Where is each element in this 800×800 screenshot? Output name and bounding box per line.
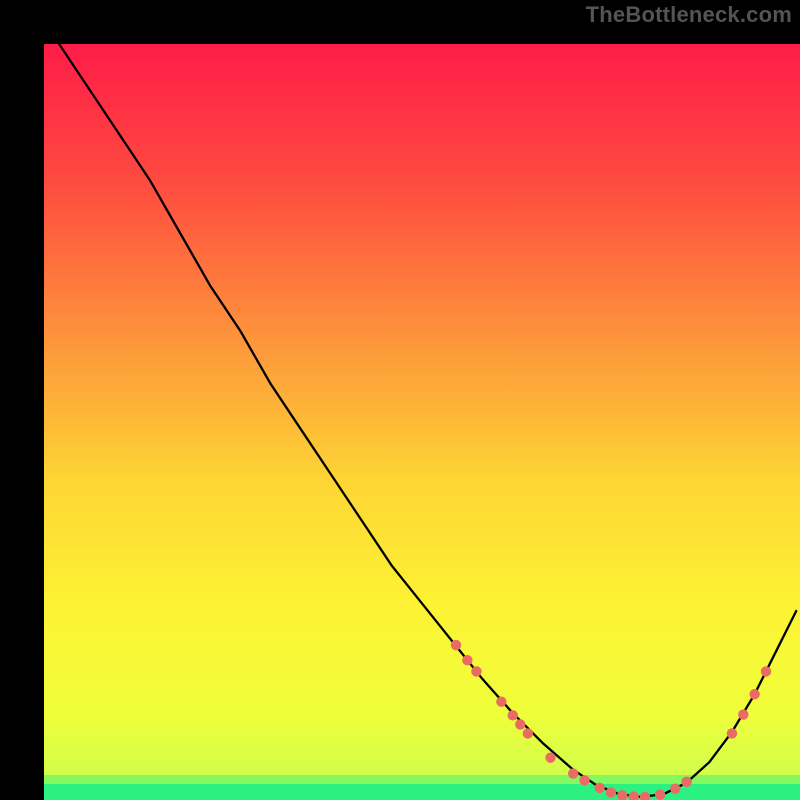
curve-marker [508,710,518,720]
curve-marker [749,689,759,699]
curve-marker [471,666,481,676]
curve-marker [462,655,472,665]
curve-marker [496,697,506,707]
curve-marker [670,783,680,793]
curve-marker [606,787,616,797]
curve-marker [738,709,748,719]
curve-marker [761,666,771,676]
curve-marker [545,752,555,762]
curve-marker [594,783,604,793]
chart-frame [22,22,778,778]
curve-marker [523,728,533,738]
curve-marker [451,640,461,650]
curve-marker [727,728,737,738]
chart-background [44,44,800,800]
curve-marker [655,790,665,800]
curve-marker [681,777,691,787]
curve-marker [579,775,589,785]
chart-svg [44,44,800,800]
watermark-text: TheBottleneck.com [586,2,792,28]
curve-marker [515,719,525,729]
curve-marker [568,768,578,778]
